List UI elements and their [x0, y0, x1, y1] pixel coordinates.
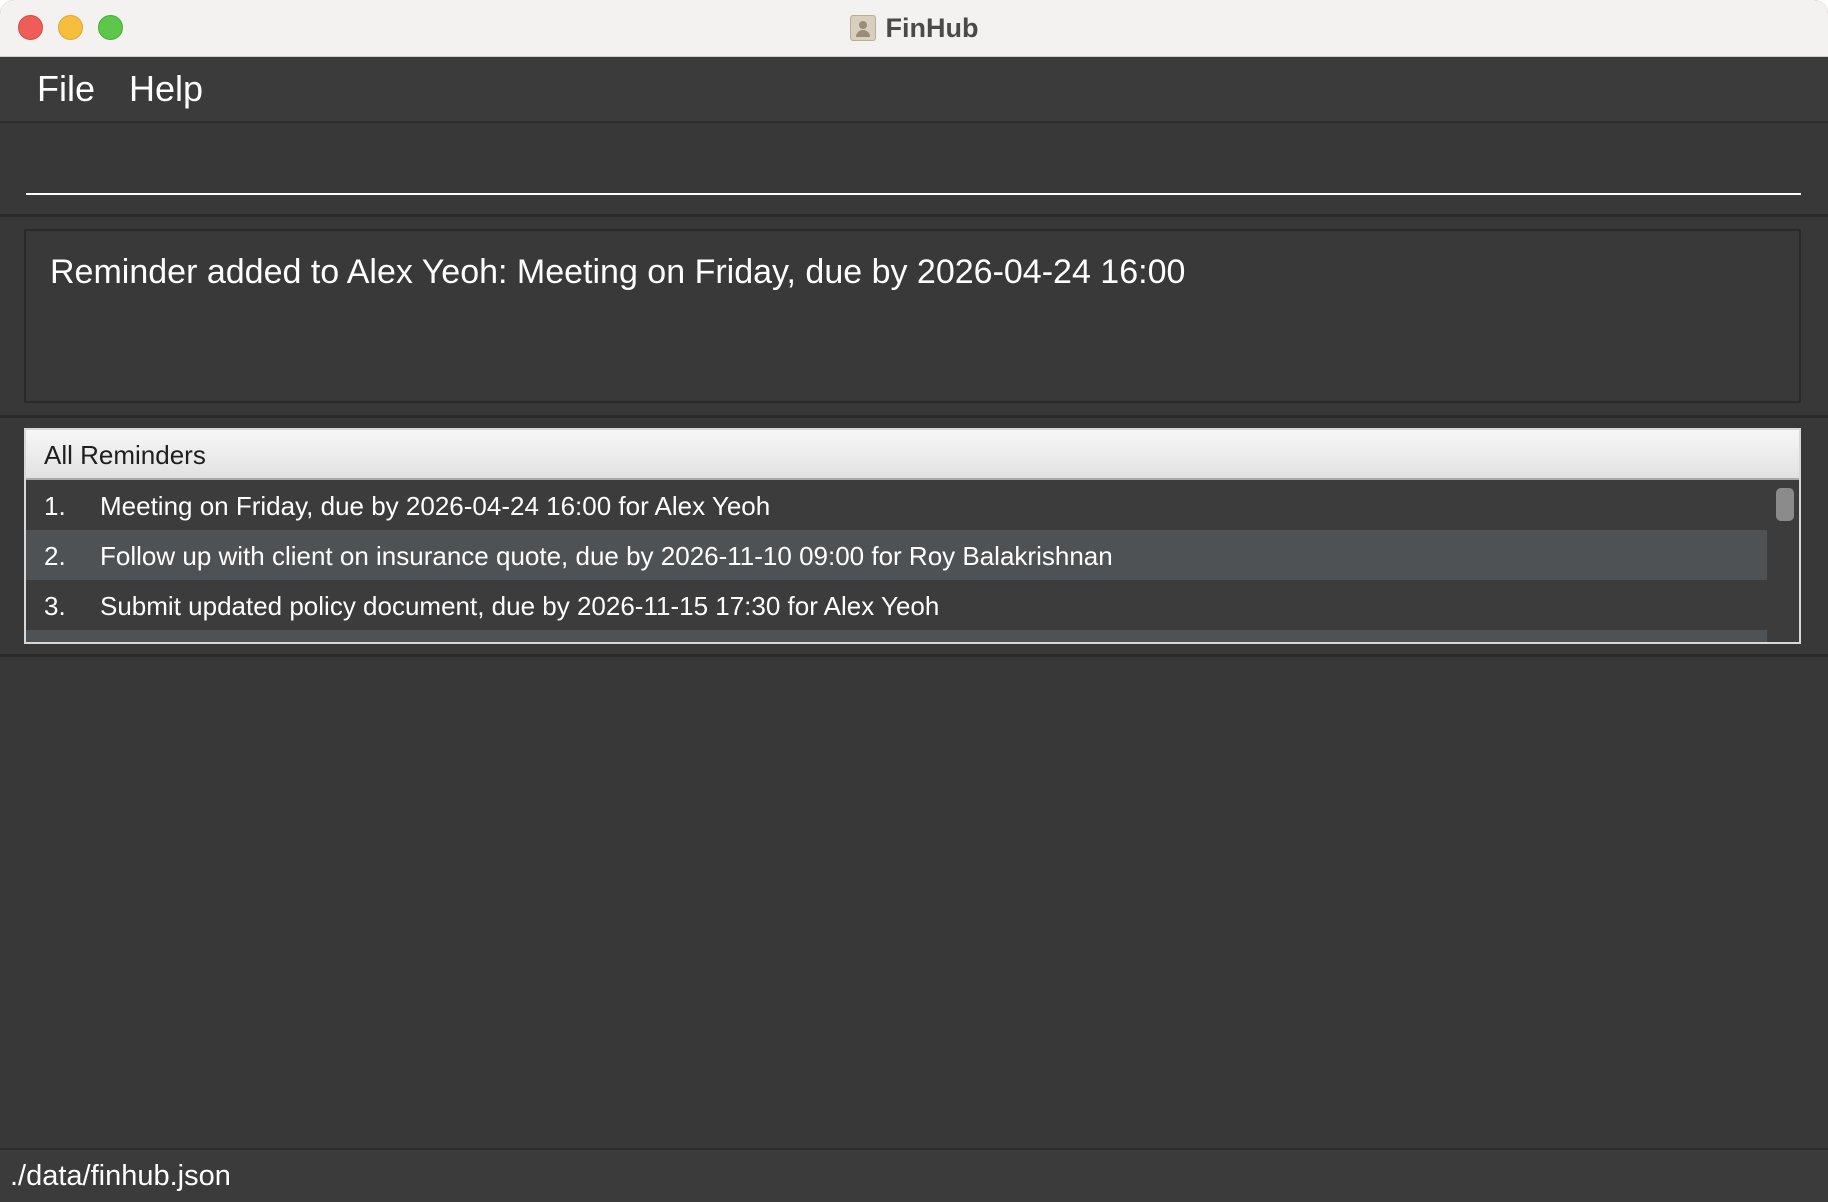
list-item[interactable]: 2. Follow up with client on insurance qu… — [26, 530, 1767, 580]
reminder-list-title: All Reminders — [44, 440, 206, 470]
menu-bar: File Help — [0, 57, 1828, 123]
app-window: FinHub File Help Reminder added to Alex … — [0, 0, 1828, 1202]
empty-content-area — [0, 657, 1828, 1148]
list-item[interactable]: 1. Meeting on Friday, due by 2026-04-24 … — [26, 480, 1767, 530]
list-item-index: 3. — [44, 591, 66, 621]
vertical-scrollbar[interactable] — [1769, 480, 1799, 642]
command-input[interactable] — [26, 131, 1801, 195]
reminder-list-panel: All Reminders 1. Meeting on Friday, due … — [0, 418, 1828, 657]
result-display[interactable]: Reminder added to Alex Yeoh: Meeting on … — [24, 229, 1801, 403]
list-item-partial[interactable] — [26, 630, 1767, 642]
list-item[interactable]: 3. Submit updated policy document, due b… — [26, 580, 1767, 630]
list-item-text: Follow up with client on insurance quote… — [100, 541, 1113, 571]
list-item-index: 1. — [44, 491, 66, 521]
menu-help[interactable]: Help — [129, 67, 203, 111]
reminder-list-header: All Reminders — [26, 430, 1799, 480]
reminder-list[interactable]: All Reminders 1. Meeting on Friday, due … — [24, 428, 1801, 644]
menu-file[interactable]: File — [37, 67, 95, 111]
scrollbar-thumb[interactable] — [1776, 488, 1794, 521]
list-item-index: 2. — [44, 541, 66, 571]
result-display-panel: Reminder added to Alex Yeoh: Meeting on … — [0, 217, 1828, 418]
status-bar: ./data/finhub.json — [0, 1148, 1828, 1202]
window-title-group: FinHub — [0, 0, 1828, 56]
window-title: FinHub — [885, 12, 979, 43]
reminder-rows: 1. Meeting on Friday, due by 2026-04-24 … — [26, 480, 1767, 642]
list-item-text: Meeting on Friday, due by 2026-04-24 16:… — [100, 491, 771, 521]
result-message: Reminder added to Alex Yeoh: Meeting on … — [50, 253, 1186, 291]
contact-book-icon — [849, 15, 876, 41]
save-location-path: ./data/finhub.json — [10, 1160, 231, 1192]
command-box-panel — [0, 123, 1828, 217]
title-bar: FinHub — [0, 0, 1828, 57]
list-item-text: Submit updated policy document, due by 2… — [100, 591, 940, 621]
